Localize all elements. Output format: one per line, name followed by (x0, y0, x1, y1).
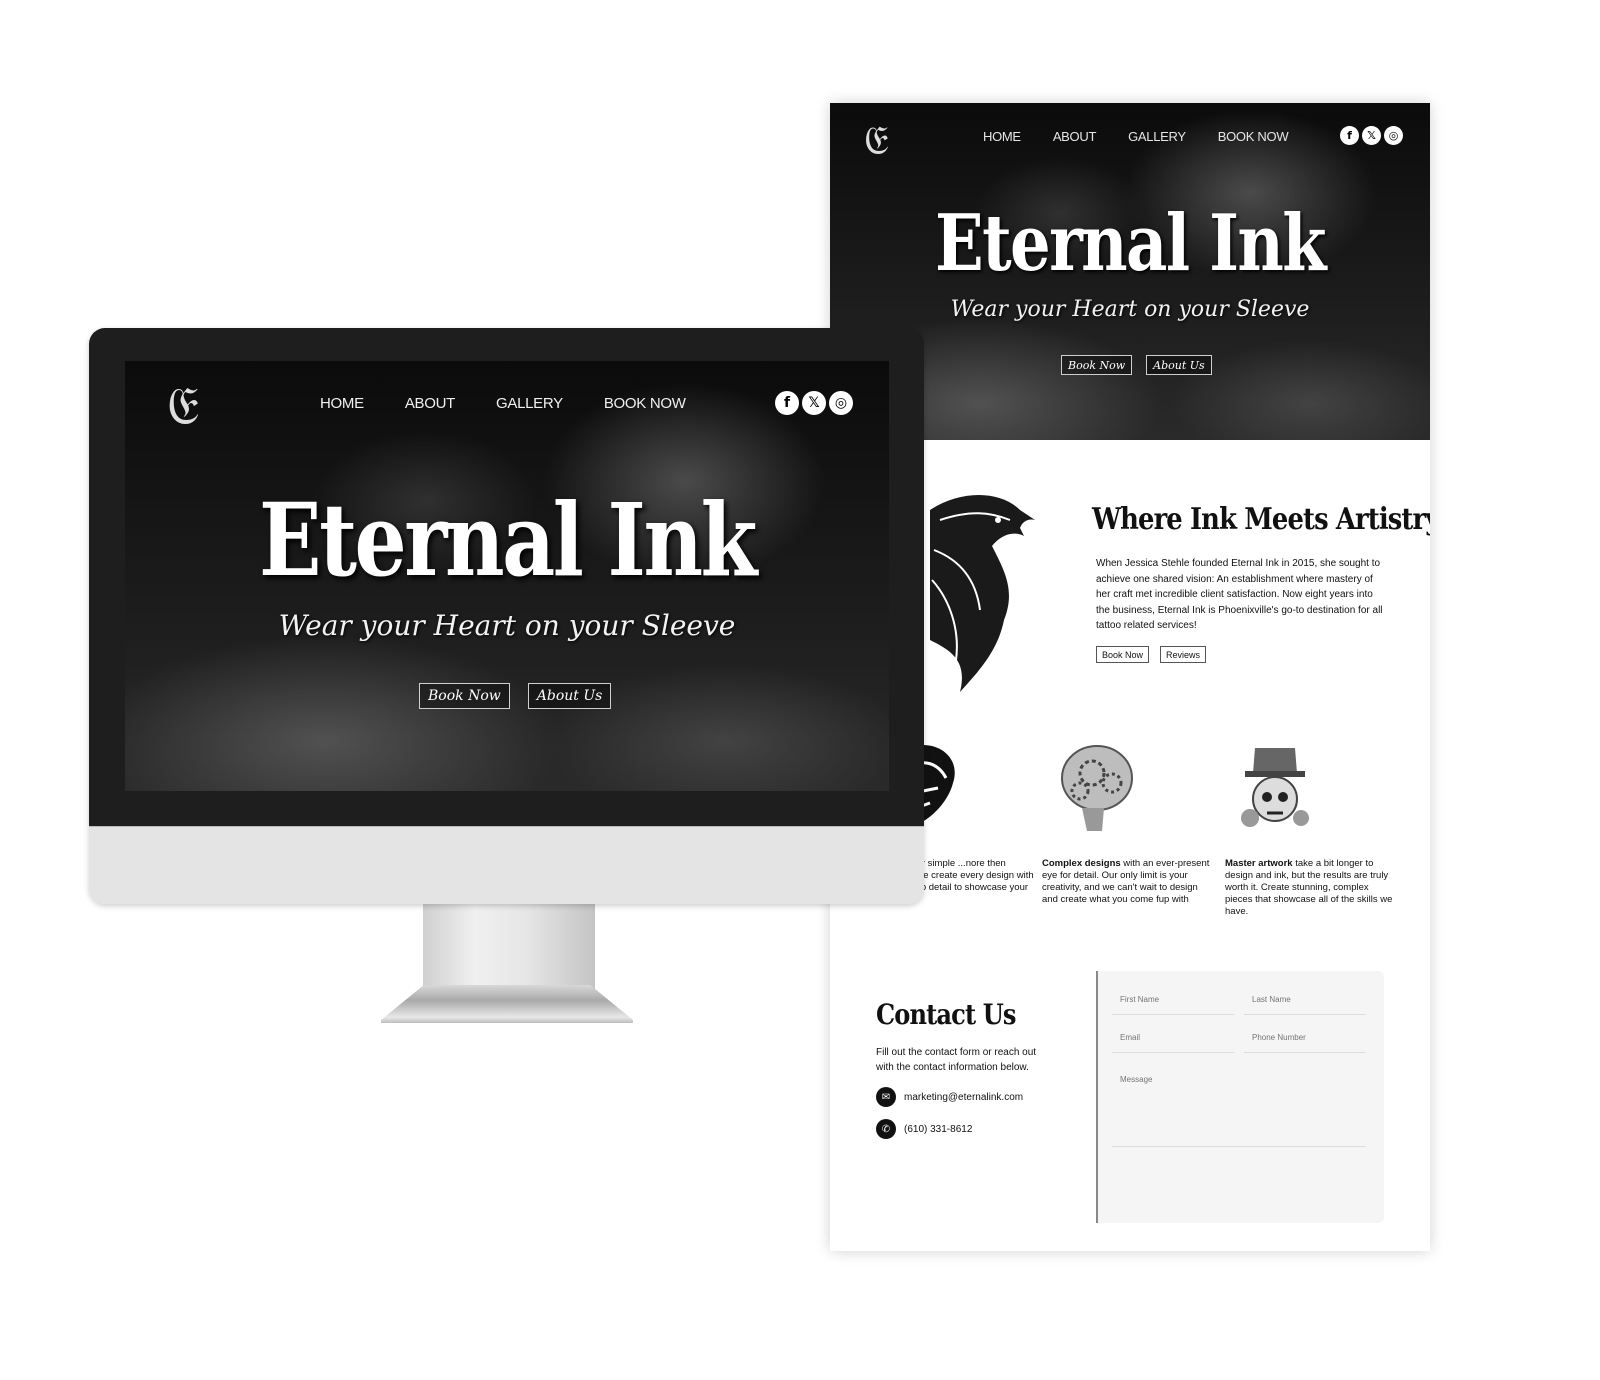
facebook-icon[interactable]: f (775, 391, 799, 415)
nav-about[interactable]: ABOUT (405, 395, 455, 412)
first-name-field (1112, 985, 1234, 1015)
email-input[interactable] (1112, 1023, 1234, 1052)
contact-form (1096, 971, 1384, 1223)
main-nav: HOME ABOUT GALLERY BOOK NOW (320, 395, 686, 412)
skull-top-hat-illustration (1241, 748, 1309, 827)
x-icon[interactable]: 𝕏 (802, 391, 826, 415)
last-name-field (1244, 985, 1366, 1015)
feature-card: Complex designs with an ever-present eye… (1042, 733, 1212, 906)
last-name-input[interactable] (1244, 985, 1366, 1014)
nav-book-now[interactable]: BOOK NOW (604, 395, 686, 412)
about-buttons: Book Now Reviews (1096, 646, 1207, 663)
book-now-button[interactable]: Book Now (419, 683, 510, 709)
message-field (1112, 1067, 1366, 1147)
instagram-icon[interactable]: ◎ (829, 391, 853, 415)
hero-buttons: Book Now About Us (419, 683, 612, 709)
nav-book-now[interactable]: BOOK NOW (1218, 129, 1289, 144)
contact-email: ✉ marketing@eternalink.com (876, 1087, 1076, 1107)
about-us-button[interactable]: About Us (527, 683, 612, 709)
phone-text[interactable]: (610) 331-8612 (904, 1124, 972, 1135)
feature-card: Master artwork take a bit longer to desi… (1225, 733, 1395, 918)
nav-home[interactable]: HOME (320, 395, 364, 412)
gear-head-illustration (1061, 745, 1133, 831)
reviews-button[interactable]: Reviews (1160, 646, 1207, 663)
email-text[interactable]: marketing@eternalink.com (904, 1092, 1023, 1103)
instagram-icon[interactable]: ◎ (1384, 126, 1403, 145)
hero-tagline: Wear your Heart on your Sleeve (950, 297, 1310, 322)
monitor-bezel: 𝔈 HOME ABOUT GALLERY BOOK NOW f 𝕏 ◎ Eter… (89, 328, 924, 826)
email-field (1112, 1023, 1234, 1053)
envelope-icon: ✉ (876, 1087, 896, 1107)
nav-about[interactable]: ABOUT (1053, 129, 1097, 144)
hero-buttons: Book Now About Us (1061, 355, 1212, 375)
hero-tagline: Wear your Heart on your Sleeve (278, 609, 736, 642)
nav-gallery[interactable]: GALLERY (1128, 129, 1186, 144)
facebook-icon[interactable]: f (1340, 126, 1359, 145)
phone-input[interactable] (1244, 1023, 1366, 1052)
x-icon[interactable]: 𝕏 (1362, 126, 1381, 145)
feature-text: Complex designs with an ever-present eye… (1042, 858, 1210, 905)
nav-gallery[interactable]: GALLERY (496, 395, 563, 412)
monitor-mockup: 𝔈 HOME ABOUT GALLERY BOOK NOW f 𝕏 ◎ Eter… (89, 328, 924, 904)
about-heading: Where Ink Meets Artistry (1092, 502, 1430, 537)
phone-icon: ✆ (876, 1119, 896, 1139)
contact-intro: Fill out the contact form or reach out w… (876, 1047, 1037, 1073)
contact-info: Contact Us Fill out the contact form or … (876, 998, 1076, 1139)
logo-icon[interactable]: 𝔈 (167, 377, 199, 437)
nav-home[interactable]: HOME (983, 129, 1021, 144)
hero-title: Eternal Ink (935, 198, 1327, 289)
contact-heading: Contact Us (876, 998, 1016, 1031)
feature-text: Master artwork take a bit longer to desi… (1225, 858, 1393, 917)
monitor-screen: 𝔈 HOME ABOUT GALLERY BOOK NOW f 𝕏 ◎ Eter… (125, 361, 889, 791)
first-name-input[interactable] (1112, 985, 1234, 1014)
monitor-stand-base (381, 985, 633, 1023)
about-book-now-button[interactable]: Book Now (1096, 646, 1150, 663)
hero-title: Eternal Ink (259, 481, 757, 599)
message-input[interactable] (1112, 1067, 1366, 1146)
phone-field (1244, 1023, 1366, 1053)
book-now-button[interactable]: Book Now (1061, 355, 1133, 375)
eagle-illustration (930, 495, 1035, 692)
logo-icon[interactable]: 𝔈 (864, 117, 889, 165)
contact-phone: ✆ (610) 331-8612 (876, 1119, 1076, 1139)
monitor-chin (89, 826, 924, 904)
about-us-button[interactable]: About Us (1146, 355, 1212, 375)
social-links: f 𝕏 ◎ (775, 391, 853, 415)
social-links: f 𝕏 ◎ (1340, 126, 1403, 145)
main-nav: HOME ABOUT GALLERY BOOK NOW (983, 129, 1289, 144)
about-body: When Jessica Stehle founded Eternal Ink … (1096, 558, 1383, 631)
